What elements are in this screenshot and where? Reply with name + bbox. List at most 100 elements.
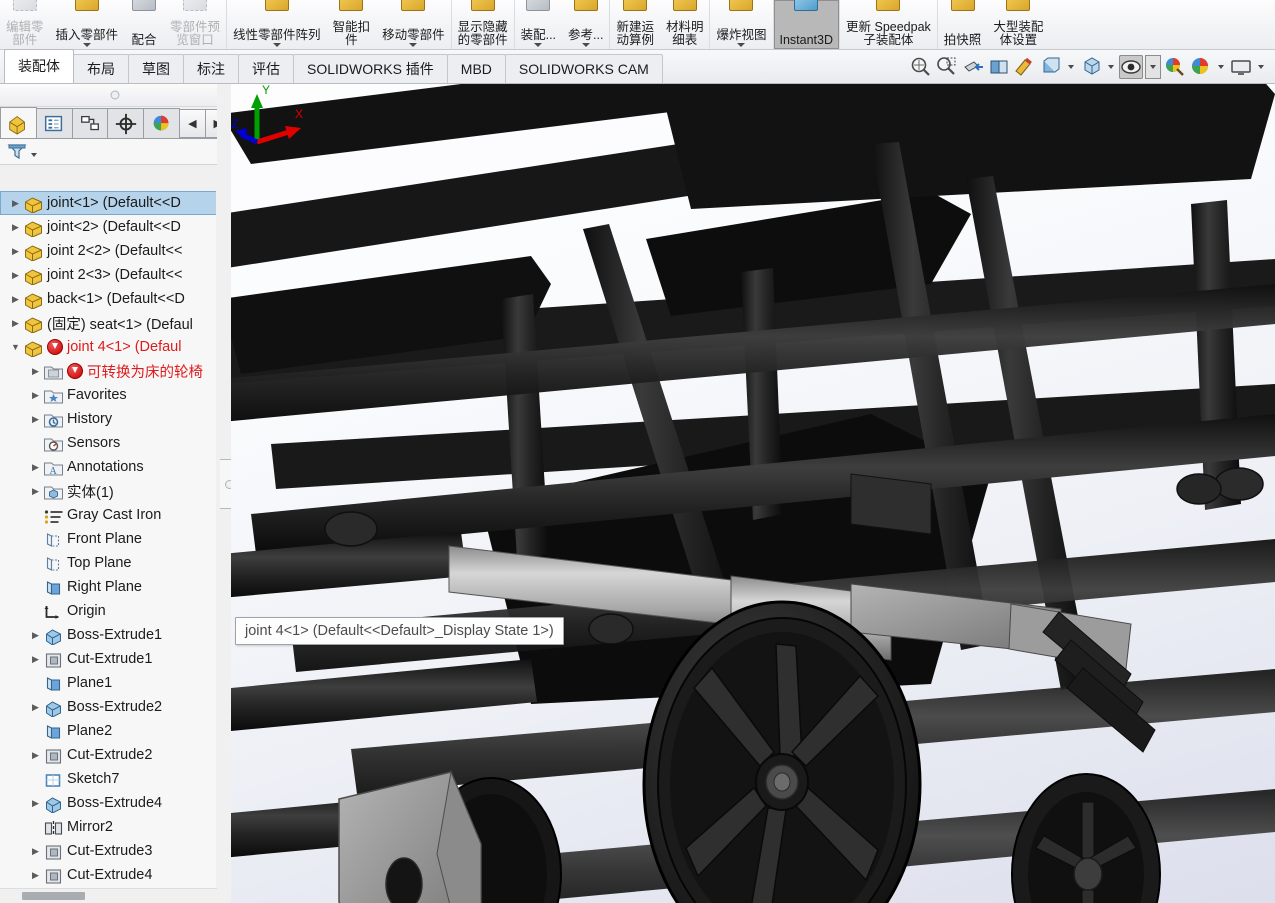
tab-7[interactable]: SOLIDWORKS CAM — [504, 54, 663, 83]
display-manager-tab[interactable] — [143, 108, 181, 138]
tab-3[interactable]: 标注 — [183, 54, 239, 83]
display-style-dropdown-caret[interactable] — [1068, 65, 1074, 69]
tree-item[interactable]: ▶ Cut-Extrude3 — [0, 839, 217, 863]
tree-item[interactable]: ▶ 实体(1) — [0, 479, 217, 503]
assembly-features-button[interactable]: 装配... — [515, 0, 562, 49]
tree-item[interactable]: ▶ (固定) seat<1> (Defaul — [0, 311, 217, 335]
configuration-manager-tab[interactable] — [71, 108, 109, 138]
reference-geometry-dropdown-caret[interactable] — [581, 43, 590, 47]
filter-icon[interactable] — [7, 143, 29, 161]
update-speedpak-button[interactable]: 更新 Speedpak 子装配体 — [840, 0, 937, 49]
reference-geometry-button[interactable]: 参考... — [562, 0, 609, 49]
hide-show-items-dropdown[interactable] — [1145, 55, 1161, 79]
tree-item-expand-arrow[interactable]: ▶ — [8, 270, 23, 281]
tree-item[interactable]: ▶ 可转换为床的轮椅 — [0, 359, 217, 383]
tree-filter-bar[interactable] — [0, 139, 230, 165]
tree-item[interactable]: Plane2 — [0, 719, 217, 743]
tree-item[interactable]: ▶ Cut-Extrude4 — [0, 863, 217, 887]
zoom-to-area-button[interactable] — [935, 55, 959, 79]
tree-item-expand-arrow[interactable]: ▶ — [28, 414, 43, 425]
tree-item[interactable]: ▶ Boss-Extrude2 — [0, 695, 217, 719]
tree-item[interactable]: ▶ joint<2> (Default<<D — [0, 215, 217, 239]
tree-item[interactable]: Gray Cast Iron — [0, 503, 217, 527]
tree-item-expand-arrow[interactable]: ▶ — [8, 294, 23, 305]
tree-item[interactable]: Sensors — [0, 431, 217, 455]
view-orientation-paint-button[interactable] — [1013, 55, 1037, 79]
tree-item-expand-arrow[interactable]: ▶ — [8, 222, 23, 233]
move-component-dropdown-caret[interactable] — [409, 43, 418, 47]
tree-item[interactable]: ▶ joint 2<2> (Default<< — [0, 239, 217, 263]
assembly-features-dropdown-caret[interactable] — [534, 43, 543, 47]
previous-view-button[interactable] — [961, 55, 985, 79]
tree-item-expand-arrow[interactable]: ▶ — [8, 246, 23, 257]
tree-item-expand-arrow[interactable]: ▶ — [28, 846, 43, 857]
take-snapshot-button[interactable]: 拍快照 — [938, 0, 988, 49]
tree-item[interactable]: Front Plane — [0, 527, 217, 551]
graphics-viewport[interactable]: Y X Z — [231, 84, 1275, 903]
linear-pattern-button[interactable]: 线性零部件阵列 — [227, 0, 327, 49]
insert-components-dropdown-caret[interactable] — [82, 43, 91, 47]
tree-item-expand-arrow[interactable]: ▶ — [28, 486, 43, 497]
tree-item[interactable]: ▶ joint 2<3> (Default<< — [0, 263, 217, 287]
view-settings-dropdown-caret[interactable] — [1258, 65, 1264, 69]
section-view-button[interactable] — [987, 55, 1011, 79]
mate-button[interactable]: 配合 — [124, 0, 164, 49]
tree-hscroll-thumb[interactable] — [22, 892, 85, 900]
tree-item[interactable]: ▶ Favorites — [0, 383, 217, 407]
tree-item[interactable]: ▶ Cut-Extrude2 — [0, 743, 217, 767]
apply-scene-dropdown-caret[interactable] — [1218, 65, 1224, 69]
tab-0[interactable]: 装配体 — [4, 49, 74, 83]
tree-item[interactable]: Sketch7 — [0, 767, 217, 791]
tree-item-expand-arrow[interactable]: ▶ — [28, 462, 43, 473]
tree-item-expand-arrow[interactable]: ▶ — [28, 750, 43, 761]
component-preview-button[interactable]: 零部件预 览窗口 — [164, 0, 226, 49]
tree-item[interactable]: ▶ A Annotations — [0, 455, 217, 479]
insert-components-button[interactable]: 插入零部件 — [50, 0, 125, 49]
instant3d-button[interactable]: Instant3D — [773, 0, 840, 49]
tree-item[interactable]: ▼ joint 4<1> (Defaul — [0, 335, 217, 359]
bill-of-materials-button[interactable]: 材料明 细表 — [660, 0, 710, 49]
tree-item-expand-arrow[interactable]: ▶ — [8, 198, 23, 209]
tree-item-expand-arrow[interactable]: ▶ — [28, 654, 43, 665]
view-orientation-button[interactable] — [1079, 55, 1103, 79]
tree-item[interactable]: Mirror2 — [0, 815, 217, 839]
tree-item-expand-arrow[interactable]: ▶ — [28, 870, 43, 881]
tree-item[interactable]: ▶ back<1> (Default<<D — [0, 287, 217, 311]
show-hidden-components-button[interactable]: 显示隐藏 的零部件 — [452, 0, 514, 49]
view-orientation-dropdown-caret[interactable] — [1108, 65, 1114, 69]
zoom-to-fit-button[interactable] — [909, 55, 933, 79]
tree-item-expand-arrow[interactable]: ▶ — [28, 366, 43, 377]
dimxpert-manager-tab[interactable] — [107, 108, 145, 138]
large-assembly-settings-button[interactable]: 大型装配 体设置 — [987, 0, 1049, 49]
tree-prev-button[interactable]: ◀ — [179, 109, 206, 138]
panel-grip[interactable] — [0, 84, 230, 107]
tree-item[interactable]: ▶ joint<1> (Default<<D — [0, 191, 217, 215]
hide-show-items-button[interactable] — [1119, 55, 1143, 79]
exploded-view-button[interactable]: 爆炸视图 — [710, 0, 772, 49]
tab-1[interactable]: 布局 — [73, 54, 129, 83]
smart-fasteners-button[interactable]: 智能扣 件 — [327, 0, 377, 49]
tree-item[interactable]: ▶ History — [0, 407, 217, 431]
tab-6[interactable]: MBD — [446, 54, 506, 83]
tree-item[interactable]: Origin — [0, 599, 217, 623]
tab-2[interactable]: 草图 — [128, 54, 184, 83]
exploded-view-dropdown-caret[interactable] — [737, 43, 746, 47]
tab-5[interactable]: SOLIDWORKS 插件 — [293, 54, 448, 83]
tree-item[interactable]: Plane1 — [0, 671, 217, 695]
feature-manager-tab[interactable] — [0, 107, 37, 138]
view-settings-button[interactable] — [1229, 55, 1253, 79]
tree-item-collapse-arrow[interactable]: ▼ — [8, 342, 23, 352]
tree-item[interactable]: ▶ Boss-Extrude4 — [0, 791, 217, 815]
edit-appearance-button[interactable] — [1163, 55, 1187, 79]
tree-item-expand-arrow[interactable]: ▶ — [28, 390, 43, 401]
tree-item-expand-arrow[interactable]: ▶ — [8, 318, 23, 329]
tree-item[interactable]: Top Plane — [0, 551, 217, 575]
property-manager-tab[interactable] — [35, 108, 73, 138]
edit-component-button[interactable]: 编辑零 部件 — [0, 0, 50, 49]
filter-dropdown-caret[interactable] — [31, 152, 37, 157]
tree-item-expand-arrow[interactable]: ▶ — [28, 630, 43, 641]
tree-item-expand-arrow[interactable]: ▶ — [28, 798, 43, 809]
tree-item[interactable]: Right Plane — [0, 575, 217, 599]
new-motion-study-button[interactable]: 新建运 动算例 — [610, 0, 660, 49]
tree-horizontal-scrollbar[interactable] — [0, 888, 231, 903]
